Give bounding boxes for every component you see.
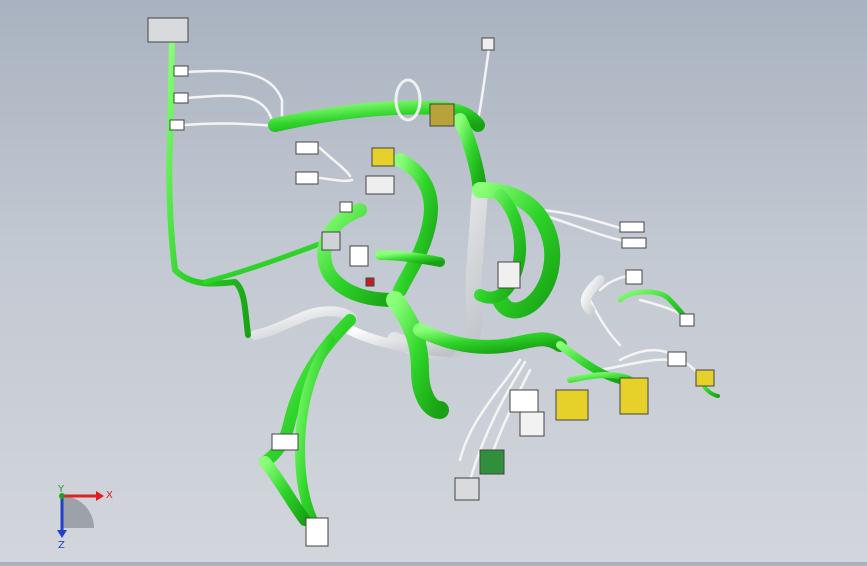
x-axis-label: X [106, 490, 113, 501]
connector-d [295, 141, 319, 155]
graphics-viewport[interactable]: X Y Z [0, 0, 867, 562]
connector-yellow-right [619, 377, 649, 415]
connector-o [339, 201, 353, 213]
connector-e [295, 171, 319, 185]
y-axis-label: Y [57, 484, 65, 495]
connector-c [169, 119, 185, 131]
connector-g [621, 237, 647, 249]
connector-bottom [305, 517, 329, 547]
connector-i [679, 313, 695, 327]
connector-yellow-top [371, 147, 395, 167]
connector-n [271, 433, 299, 451]
connector-f [619, 221, 645, 233]
connector-l [519, 411, 545, 437]
connector-j [667, 351, 687, 367]
connector-yellow-big [555, 389, 589, 421]
connector-green [479, 449, 505, 475]
connector-m [454, 477, 480, 501]
connector-yellow-small [695, 369, 715, 387]
connector-top-right [481, 37, 495, 51]
connector-olive-top [429, 103, 455, 127]
connector-a [173, 65, 189, 77]
connector-k [509, 389, 539, 413]
z-axis-label: Z [58, 540, 65, 551]
harness-model[interactable]: X Y Z [0, 0, 867, 562]
connector-top-left [147, 17, 189, 43]
connector-left-mid [321, 231, 341, 251]
connector-mid [365, 175, 395, 195]
connector-h [625, 269, 643, 285]
connector-right-mid [497, 261, 521, 289]
connector-b [173, 92, 189, 104]
coordinate-triad: X Y Z [57, 484, 113, 551]
connector-red-marker [365, 277, 375, 287]
connector-white-mid [349, 245, 369, 267]
